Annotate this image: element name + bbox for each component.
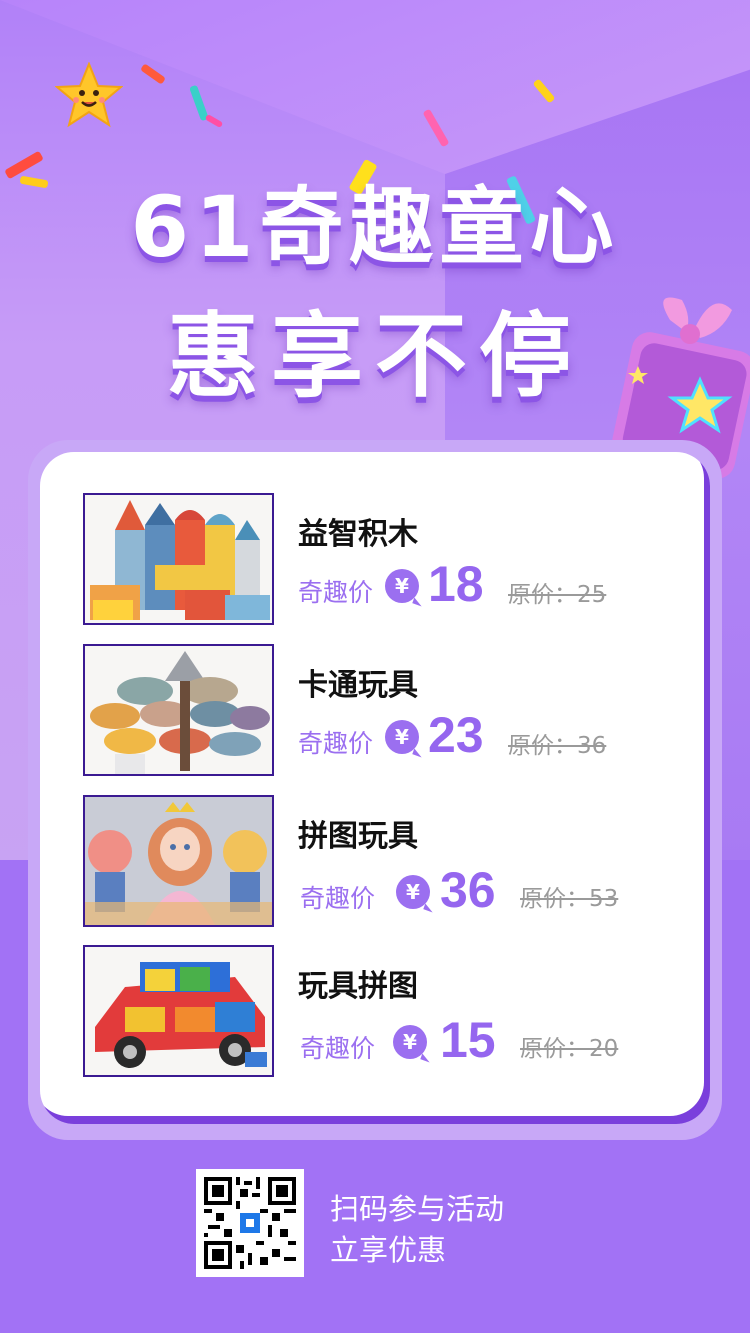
- price-label: 奇趣价: [298, 578, 374, 607]
- yen-icon: ¥: [393, 1025, 427, 1059]
- product-item[interactable]: 拼图玩具 奇趣价 ¥ 36 原价：53: [83, 795, 683, 927]
- qr-code[interactable]: [196, 1169, 304, 1277]
- original-price: 原价：20: [520, 1036, 619, 1062]
- product-price: 36: [440, 862, 496, 918]
- product-name: 卡通玩具: [298, 668, 418, 703]
- building-blocks-image: [83, 493, 274, 625]
- cartoon-toy-image: [83, 644, 274, 776]
- product-name: 拼图玩具: [298, 819, 418, 854]
- star-mascot-icon: [55, 62, 123, 128]
- puzzle-car-image: [83, 945, 274, 1077]
- original-price: 原价：53: [520, 886, 619, 912]
- product-price: 23: [428, 707, 484, 763]
- yen-icon: ¥: [396, 875, 430, 909]
- product-name: 玩具拼图: [298, 969, 418, 1004]
- poster-title-line1: 61奇趣童心: [130, 178, 620, 276]
- product-price: 18: [428, 556, 484, 612]
- price-label: 奇趣价: [298, 729, 374, 758]
- scan-instruction: 扫码参与活动: [330, 1192, 505, 1226]
- product-price: 15: [440, 1012, 496, 1068]
- price-label: 奇趣价: [300, 1034, 376, 1063]
- product-item[interactable]: 卡通玩具 奇趣价 ¥ 23 原价：36: [83, 644, 683, 776]
- product-name: 益智积木: [298, 517, 418, 552]
- qr-code-icon: [204, 1177, 296, 1269]
- yen-icon: ¥: [385, 720, 419, 754]
- price-label: 奇趣价: [300, 884, 376, 913]
- princess-puzzle-image: [83, 795, 274, 927]
- original-price: 原价：36: [508, 733, 607, 759]
- product-item[interactable]: 玩具拼图 奇趣价 ¥ 15 原价：20: [83, 945, 683, 1077]
- scan-benefit: 立享优惠: [330, 1233, 447, 1267]
- product-item[interactable]: 益智积木 奇趣价 ¥ 18 原价：25: [83, 493, 683, 625]
- yen-icon: ¥: [385, 569, 419, 603]
- original-price: 原价：25: [508, 582, 607, 608]
- poster-title-line2: 惠享不停: [166, 303, 583, 410]
